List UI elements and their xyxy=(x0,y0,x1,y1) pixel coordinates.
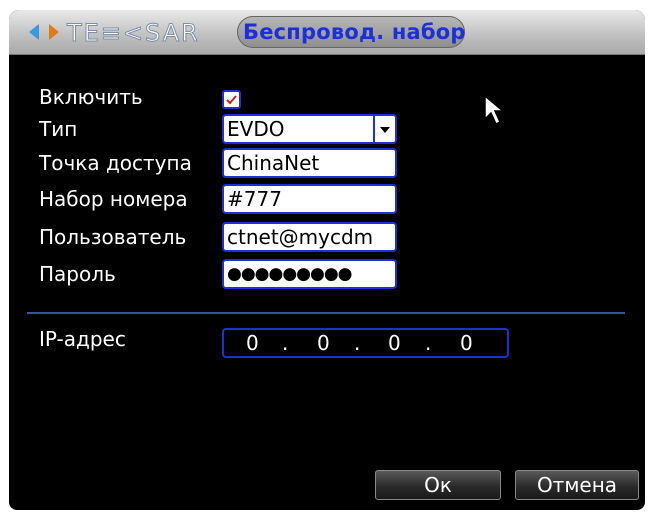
dialog-title: Беспровод. набор xyxy=(243,20,466,44)
username-label: Пользователь xyxy=(39,225,187,249)
brand-text: TE≡<SAR xyxy=(66,19,200,46)
section-divider xyxy=(27,312,625,314)
chevron-down-icon xyxy=(380,127,390,133)
type-label: Тип xyxy=(39,117,78,141)
enable-checkbox[interactable] xyxy=(222,90,241,109)
password-input[interactable]: ●●●●●●●●● xyxy=(222,259,397,289)
ip-dot-2: . xyxy=(354,331,361,355)
checkmark-icon xyxy=(226,95,237,105)
ip-address-label: IP-адрес xyxy=(39,327,126,351)
dropdown-arrow-button[interactable] xyxy=(373,116,395,142)
mouse-pointer-icon xyxy=(484,95,506,126)
brand-logo: TE≡<SAR xyxy=(29,19,200,46)
wireless-dial-dialog: TE≡<SAR Беспровод. набор Включить Тип EV… xyxy=(9,10,645,510)
ip-dot-3: . xyxy=(425,331,432,355)
password-label: Пароль xyxy=(39,262,116,286)
ip-octet-3[interactable]: 0 xyxy=(388,330,401,356)
ip-octet-4[interactable]: 0 xyxy=(460,330,473,356)
username-input[interactable]: ctnet@mycdm xyxy=(222,222,397,252)
enable-label: Включить xyxy=(39,85,143,109)
dial-number-input[interactable]: #777 xyxy=(222,184,397,214)
dial-number-label: Набор номера xyxy=(39,187,188,211)
type-select[interactable]: EVDO xyxy=(222,114,397,144)
type-select-value: EVDO xyxy=(227,117,285,141)
ip-octet-1[interactable]: 0 xyxy=(246,330,259,356)
ok-button[interactable]: Ок xyxy=(375,470,501,500)
ip-dot-1: . xyxy=(282,331,289,355)
ip-octet-2[interactable]: 0 xyxy=(317,330,330,356)
cancel-button[interactable]: Отмена xyxy=(515,470,639,500)
ip-address-input[interactable]: 0 . 0 . 0 . 0 xyxy=(222,328,509,358)
title-bar: TE≡<SAR Беспровод. набор xyxy=(9,10,645,55)
apn-input[interactable]: ChinaNet xyxy=(222,148,397,178)
apn-label: Точка доступа xyxy=(39,151,192,175)
